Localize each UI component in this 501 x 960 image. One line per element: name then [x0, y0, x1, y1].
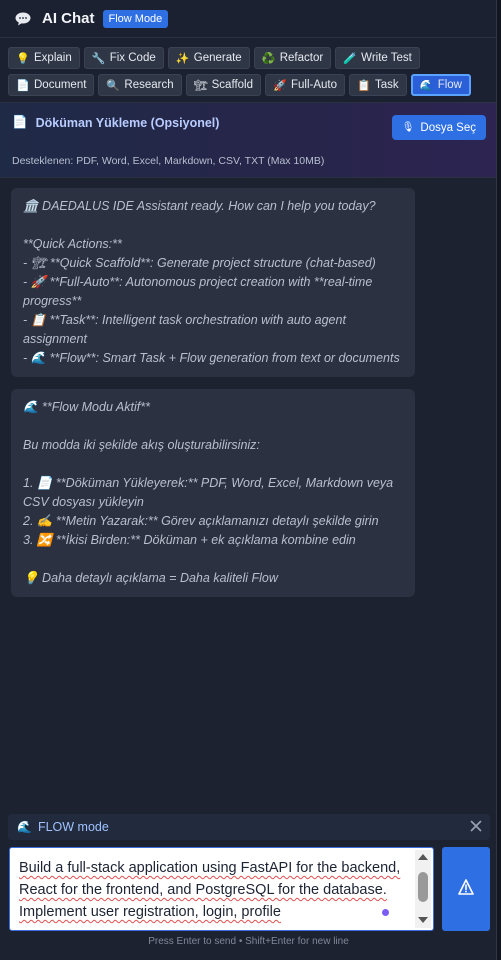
send-button[interactable]	[442, 847, 490, 931]
message-line	[23, 216, 403, 235]
scroll-down-arrow[interactable]	[418, 917, 428, 923]
assistant-message: 🏛️ DAEDALUS IDE Assistant ready. How can…	[11, 188, 415, 377]
app-title: AI Chat	[42, 10, 95, 27]
choose-file-label: Dosya Seç	[420, 121, 476, 134]
full-auto-icon: 🚀	[273, 79, 287, 92]
message-line: - 🌊 **Flow**: Smart Task + Flow generati…	[23, 351, 400, 365]
tool-button-label: Flow	[437, 79, 462, 91]
chat-panel: AI Chat Flow Mode 💡 Explain 🔧 Fix Code ✨ Gene…	[0, 0, 497, 960]
message-line: 2. ✍️ **Metin Yazarak:** Görev açıklaman…	[23, 514, 379, 528]
tool-button-full-auto[interactable]: 🚀 Full-Auto	[265, 74, 346, 96]
scroll-thumb[interactable]	[418, 872, 428, 902]
message-line: Bu modda iki şekilde akış oluşturabilirs…	[23, 438, 260, 452]
tool-button-explain[interactable]: 💡 Explain	[8, 47, 80, 69]
message-line	[23, 455, 403, 474]
tool-button-fix-code[interactable]: 🔧 Fix Code	[83, 47, 164, 69]
tool-button-write-test[interactable]: 🧪 Write Test	[335, 47, 420, 69]
mode-badge: Flow Mode	[102, 9, 169, 28]
message-line: - 📋 **Task**: Intelligent task orchestra…	[23, 313, 350, 346]
input-scrollbar[interactable]	[415, 850, 431, 928]
choose-file-button[interactable]: 🎙 Dosya Seç	[391, 115, 486, 140]
assistant-dot	[382, 909, 389, 916]
tool-button-generate[interactable]: ✨ Generate	[167, 47, 250, 69]
tool-button-label: Explain	[34, 52, 72, 64]
tool-button-label: Write Test	[361, 52, 412, 64]
supported-formats: Desteklenen: PDF, Word, Excel, Markdown,…	[12, 155, 325, 167]
tool-button-label: Document	[34, 79, 87, 91]
quick-action-toolbar: 💡 Explain 🔧 Fix Code ✨ Generate ♻️ Refactor 🧪 Wri…	[0, 38, 496, 103]
tool-button-label: Full-Auto	[291, 79, 338, 91]
flow-mode-bar: 🌊 FLOW mode	[8, 814, 490, 840]
tool-button-label: Scaffold	[211, 79, 253, 91]
message-line: 🏛️ DAEDALUS IDE Assistant ready. How can…	[23, 199, 376, 213]
message-list: 🏛️ DAEDALUS IDE Assistant ready. How can…	[11, 188, 415, 609]
assistant-message: 🌊 **Flow Modu Aktif** Bu modda iki şekild…	[11, 389, 415, 597]
tool-button-label: Fix Code	[109, 52, 156, 64]
send-icon	[457, 878, 475, 901]
message-line: - 🚀 **Full-Auto**: Autonomous project cr…	[23, 275, 376, 308]
close-icon[interactable]	[468, 818, 484, 834]
tool-button-flow[interactable]: 🌊 Flow	[410, 74, 471, 96]
message-line: 💡 Daha detaylı açıklama = Daha kaliteli …	[23, 571, 278, 585]
message-input-text[interactable]: Build a full-stack application using Fas…	[19, 857, 407, 927]
message-line	[23, 417, 403, 436]
scaffold-icon: 🏗	[193, 79, 208, 92]
document-upload-panel: 📄 Döküman Yükleme (Opsiyonel) 🎙 Dosya Se…	[0, 103, 496, 178]
message-input[interactable]: Build a full-stack application using Fas…	[9, 847, 434, 931]
header: AI Chat Flow Mode	[0, 0, 496, 38]
flow-mode-label: FLOW mode	[37, 820, 109, 834]
tool-button-label: Task	[375, 79, 399, 91]
tool-button-task[interactable]: 📋 Task	[349, 74, 407, 96]
tool-button-label: Research	[124, 79, 174, 91]
message-line: 3. 🔀 **İkisi Birden:** Döküman + ek açık…	[23, 533, 356, 547]
document-icon: 📄	[16, 79, 30, 92]
fix-code-icon: 🔧	[91, 52, 106, 65]
explain-icon: 💡	[16, 52, 30, 65]
refactor-icon: ♻️	[261, 52, 276, 65]
chat-bubble-icon	[14, 12, 32, 26]
scroll-up-arrow[interactable]	[418, 854, 428, 860]
message-line	[23, 550, 403, 569]
message-line: - 🏗 **Quick Scaffold**: Generate project…	[23, 256, 376, 270]
research-icon: 🔍	[106, 79, 121, 92]
write-test-icon: 🧪	[343, 52, 357, 65]
tool-button-refactor[interactable]: ♻️ Refactor	[253, 47, 332, 69]
window-edge	[497, 0, 501, 960]
input-hint: Press Enter to send • Shift+Enter for ne…	[148, 936, 349, 947]
microphone-icon: 🎙	[401, 122, 415, 133]
wave-icon: 🌊	[17, 820, 32, 834]
message-line: 1. 📄 **Döküman Yükleyerek:** PDF, Word, …	[23, 476, 397, 509]
tool-button-research[interactable]: 🔍 Research	[98, 74, 182, 96]
document-icon: 📄	[12, 115, 28, 129]
task-icon: 📋	[357, 79, 371, 92]
upload-title-label: Döküman Yükleme (Opsiyonel)	[35, 115, 220, 130]
flow-icon: 🌊	[419, 79, 434, 92]
tool-button-document[interactable]: 📄 Document	[8, 74, 95, 96]
message-line: **Quick Actions:**	[23, 237, 122, 251]
message-line: 🌊 **Flow Modu Aktif**	[23, 400, 150, 414]
generate-icon: ✨	[175, 52, 190, 65]
tool-button-label: Generate	[193, 52, 242, 64]
tool-button-scaffold[interactable]: 🏗 Scaffold	[185, 74, 261, 96]
tool-button-label: Refactor	[279, 52, 324, 64]
